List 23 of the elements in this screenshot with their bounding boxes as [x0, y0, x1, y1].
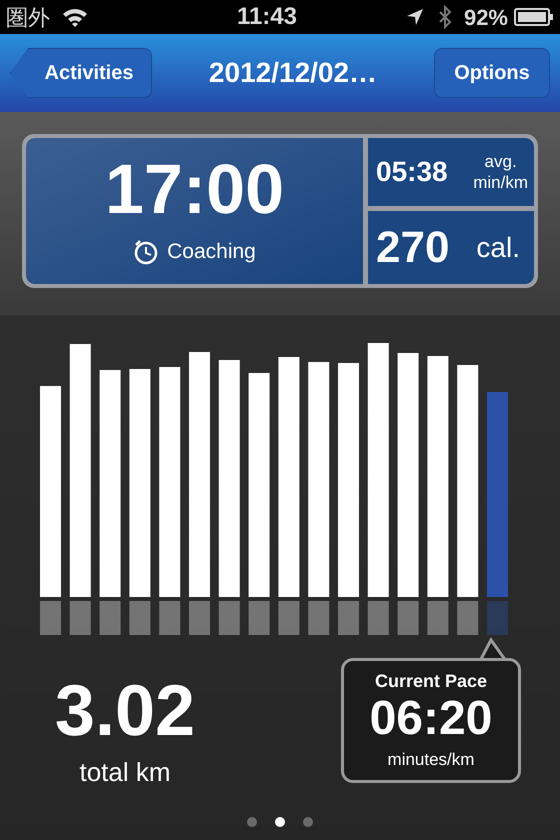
- wifi-icon: [62, 7, 88, 27]
- distance-value: 3.02: [54, 675, 196, 747]
- current-pace-unit: minutes/km: [388, 749, 474, 772]
- battery-icon: [514, 8, 554, 26]
- bluetooth-icon: [438, 5, 452, 29]
- carrier-text: 圏外: [6, 4, 50, 32]
- current-pace-label: Current Pace: [374, 670, 488, 694]
- pace-unit-label: min/km: [473, 172, 528, 194]
- calories-unit: cal.: [476, 230, 520, 264]
- alarm-clock-icon: [133, 239, 160, 265]
- distance-unit: total km: [79, 756, 171, 789]
- calories-value: 270: [376, 222, 450, 274]
- duration-value: 17:00: [104, 154, 284, 224]
- avg-pace-value: 05:38: [376, 155, 448, 189]
- screen-title: 2012/12/02…: [208, 56, 378, 90]
- battery-percent-text: 92%: [464, 4, 508, 32]
- options-button[interactable]: Options: [434, 48, 550, 98]
- avg-label: avg.: [484, 150, 517, 172]
- back-button[interactable]: Activities: [10, 48, 152, 98]
- location-arrow-icon: [406, 8, 424, 26]
- current-pace-value: 06:20: [370, 695, 492, 744]
- coaching-label: Coaching: [167, 239, 256, 266]
- clock-text: 11:43: [236, 2, 297, 32]
